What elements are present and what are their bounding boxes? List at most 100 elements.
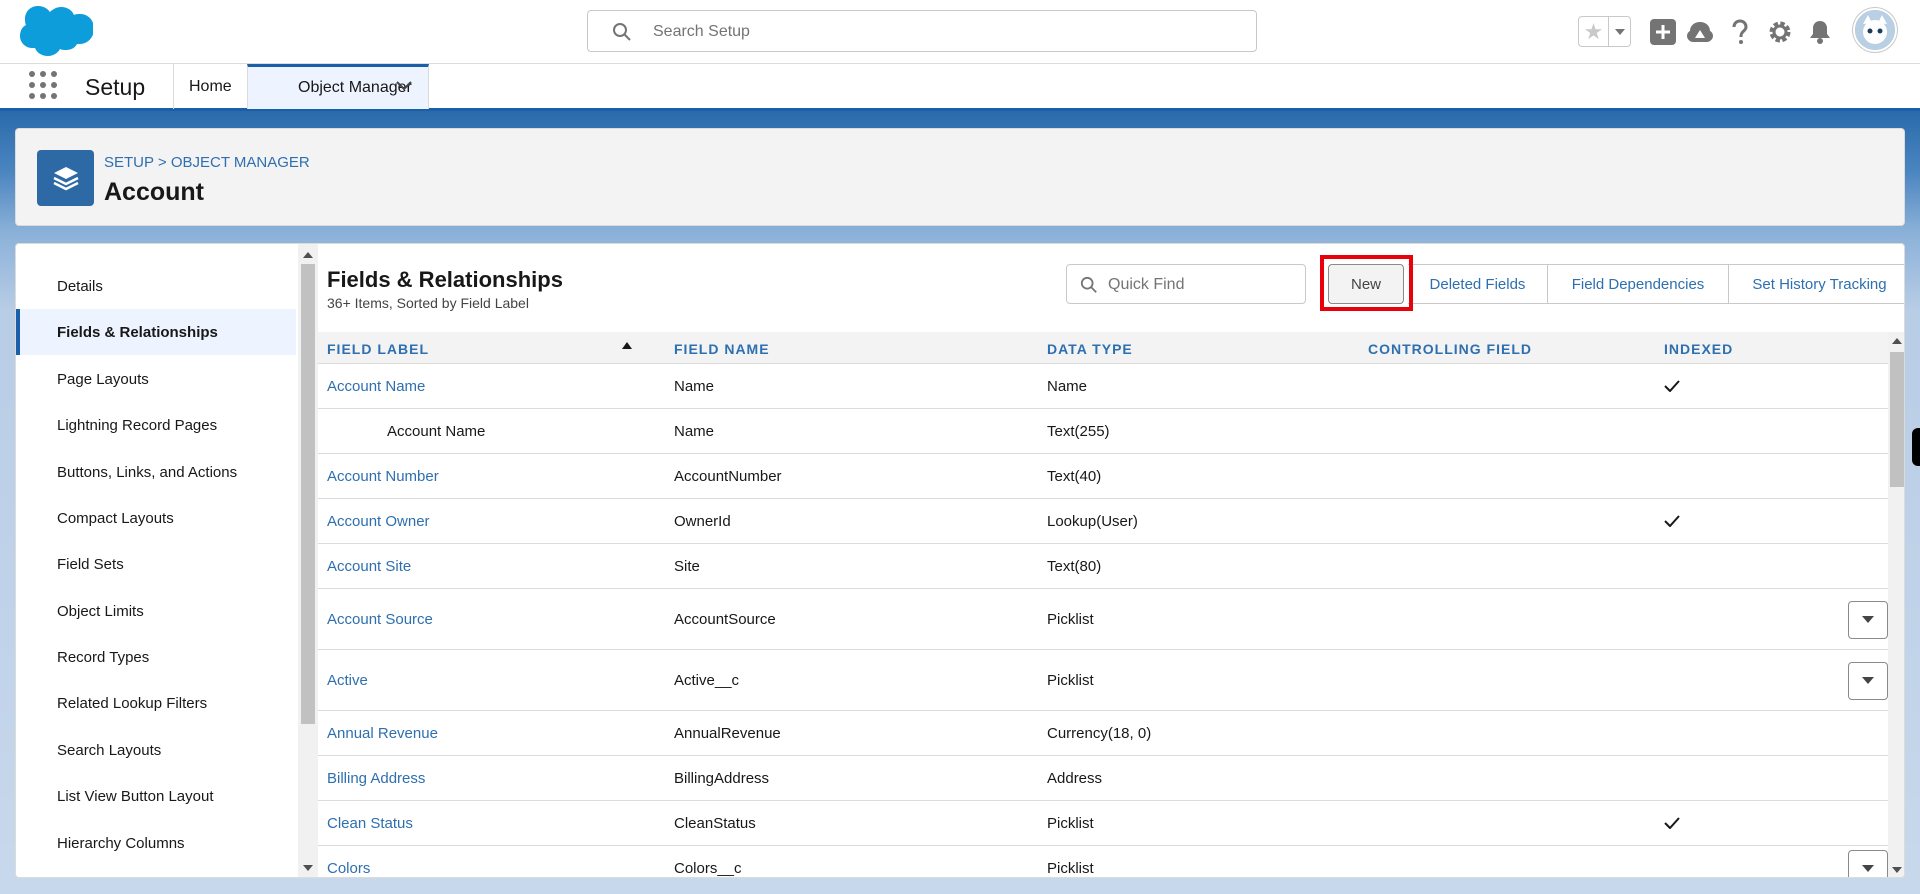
- row-actions-dropdown-icon[interactable]: [1848, 849, 1888, 877]
- field-label-cell[interactable]: Account Name: [327, 364, 425, 408]
- table-row: Colors Colors__c Picklist: [318, 846, 1888, 877]
- scroll-up-icon[interactable]: [303, 252, 313, 258]
- scrollbar-thumb[interactable]: [1890, 352, 1904, 487]
- field-name-cell: Site: [674, 557, 700, 575]
- sidebar-item-page-layouts[interactable]: Page Layouts: [16, 356, 296, 402]
- tab-object-manager[interactable]: Object Manager: [247, 64, 429, 109]
- notifications-bell-icon[interactable]: [1805, 17, 1835, 47]
- sidebar-item-lightning-record-pages[interactable]: Lightning Record Pages: [16, 402, 296, 448]
- field-label-cell[interactable]: Account Source: [327, 589, 433, 649]
- page-title: Account: [104, 178, 204, 206]
- breadcrumb[interactable]: SETUP > OBJECT MANAGER: [104, 154, 310, 171]
- field-label-cell[interactable]: Colors: [327, 846, 370, 877]
- sidebar-item-object-limits[interactable]: Object Limits: [16, 588, 296, 634]
- table-row: Account Owner OwnerId Lookup(User): [318, 499, 1888, 544]
- data-type-cell: Picklist: [1047, 610, 1094, 628]
- table-row: Account Number AccountNumber Text(40): [318, 454, 1888, 499]
- sidebar-item-label: Field Sets: [57, 555, 124, 573]
- column-header-field-name[interactable]: FIELD NAME: [674, 341, 770, 357]
- checkmark-icon: [1664, 364, 1680, 408]
- app-launcher-icon[interactable]: [29, 71, 57, 99]
- side-panel-handle[interactable]: [1912, 428, 1920, 466]
- field-label-cell[interactable]: Billing Address: [327, 756, 425, 800]
- column-header-indexed[interactable]: INDEXED: [1664, 341, 1733, 357]
- sidebar-item-fields-relationships[interactable]: Fields & Relationships: [16, 309, 296, 355]
- scroll-down-icon[interactable]: [303, 865, 313, 871]
- sidebar-item-details[interactable]: Details: [16, 263, 296, 309]
- table-row: Annual Revenue AnnualRevenue Currency(18, …: [318, 711, 1888, 756]
- column-header-data-type[interactable]: DATA TYPE: [1047, 341, 1133, 357]
- field-dependencies-button[interactable]: Field Dependencies: [1548, 264, 1729, 304]
- gear-icon[interactable]: [1765, 17, 1795, 47]
- deleted-fields-button[interactable]: Deleted Fields: [1408, 264, 1548, 304]
- sidebar-item-buttons-links-actions[interactable]: Buttons, Links, and Actions: [16, 449, 296, 495]
- field-name-cell: CleanStatus: [674, 814, 756, 832]
- table-scrollbar[interactable]: [1888, 332, 1904, 877]
- data-type-cell: Picklist: [1047, 671, 1094, 689]
- favorites-group: ★: [1578, 16, 1631, 47]
- scroll-down-icon[interactable]: [1892, 867, 1902, 873]
- app-navigation-bar: Setup Home Object Manager: [0, 63, 1920, 111]
- data-type-cell: Text(40): [1047, 467, 1102, 485]
- sidebar-item-search-layouts[interactable]: Search Layouts: [16, 727, 296, 773]
- sidebar-item-label: Buttons, Links, and Actions: [57, 463, 238, 481]
- favorite-star-icon[interactable]: ★: [1579, 17, 1609, 46]
- sidebar-item-field-sets[interactable]: Field Sets: [16, 541, 296, 587]
- table-row: Account Name Name Name: [318, 364, 1888, 409]
- user-avatar[interactable]: [1853, 8, 1897, 52]
- data-type-cell: Picklist: [1047, 859, 1094, 877]
- column-header-controlling-field[interactable]: CONTROLLING FIELD: [1368, 341, 1532, 357]
- search-placeholder: Search Setup: [653, 23, 750, 40]
- table-row: Account Source AccountSource Picklist: [318, 589, 1888, 650]
- sidebar-item-record-types[interactable]: Record Types: [16, 634, 296, 680]
- salesforce-logo[interactable]: [19, 5, 93, 57]
- row-actions-dropdown-icon[interactable]: [1848, 661, 1888, 700]
- global-header: Search Setup ★: [0, 0, 1920, 63]
- data-type-cell: Text(255): [1047, 422, 1110, 440]
- field-label-cell[interactable]: Clean Status: [327, 801, 413, 845]
- sidebar-item-list-view-button-layout[interactable]: List View Button Layout: [16, 773, 296, 819]
- sidebar-item-label: Hierarchy Columns: [57, 834, 185, 852]
- field-label-cell: Account Name: [387, 422, 486, 440]
- sidebar-scrollbar[interactable]: [298, 244, 318, 877]
- scrollbar-thumb[interactable]: [301, 264, 315, 724]
- trailhead-icon[interactable]: [1685, 17, 1715, 47]
- field-name-cell: AccountNumber: [674, 467, 782, 485]
- sort-ascending-icon[interactable]: [622, 342, 632, 349]
- help-icon[interactable]: [1725, 17, 1755, 47]
- field-name-cell: BillingAddress: [674, 769, 770, 787]
- search-icon: [613, 23, 631, 41]
- column-header-field-label[interactable]: FIELD LABEL: [327, 341, 429, 357]
- tab-home[interactable]: Home: [173, 64, 247, 109]
- global-actions-icon[interactable]: [1648, 17, 1678, 47]
- field-label-cell[interactable]: Account Site: [327, 544, 411, 588]
- field-name-cell: AccountSource: [674, 610, 776, 628]
- sidebar-item-label: Compact Layouts: [57, 509, 174, 527]
- sidebar-item-label: Object Limits: [57, 602, 144, 620]
- field-label-cell[interactable]: Annual Revenue: [327, 711, 438, 755]
- set-history-tracking-button[interactable]: Set History Tracking: [1729, 264, 1904, 304]
- sidebar-item-related-lookup-filters[interactable]: Related Lookup Filters: [16, 680, 296, 726]
- quick-find-input[interactable]: Quick Find: [1066, 264, 1306, 304]
- row-actions-dropdown-icon[interactable]: [1848, 600, 1888, 639]
- search-icon: [1080, 276, 1097, 293]
- setup-search-input[interactable]: Search Setup: [587, 10, 1257, 52]
- chevron-down-icon[interactable]: [396, 81, 412, 91]
- data-type-cell: Picklist: [1047, 814, 1094, 832]
- scroll-up-icon[interactable]: [1892, 338, 1902, 344]
- sidebar-item-compact-layouts[interactable]: Compact Layouts: [16, 495, 296, 541]
- fields-table-body: Account Name Name Name Account Name Name Text…: [318, 364, 1888, 877]
- app-name: Setup: [85, 74, 146, 100]
- main-panel: Details Fields & Relationships Page Layo…: [15, 243, 1905, 878]
- field-label-cell[interactable]: Active: [327, 650, 368, 710]
- field-name-cell: OwnerId: [674, 512, 731, 530]
- field-label-cell[interactable]: Account Owner: [327, 499, 430, 543]
- sidebar-item-label: Search Layouts: [57, 741, 162, 759]
- table-row: Account Name Name Text(255): [318, 409, 1888, 454]
- field-label-cell[interactable]: Account Number: [327, 454, 439, 498]
- table-row: Clean Status CleanStatus Picklist: [318, 801, 1888, 846]
- favorites-dropdown-icon[interactable]: [1609, 17, 1630, 46]
- new-button[interactable]: New: [1328, 264, 1404, 304]
- sidebar-item-hierarchy-columns[interactable]: Hierarchy Columns: [16, 820, 296, 866]
- sidebar-item-label: Lightning Record Pages: [57, 416, 218, 434]
